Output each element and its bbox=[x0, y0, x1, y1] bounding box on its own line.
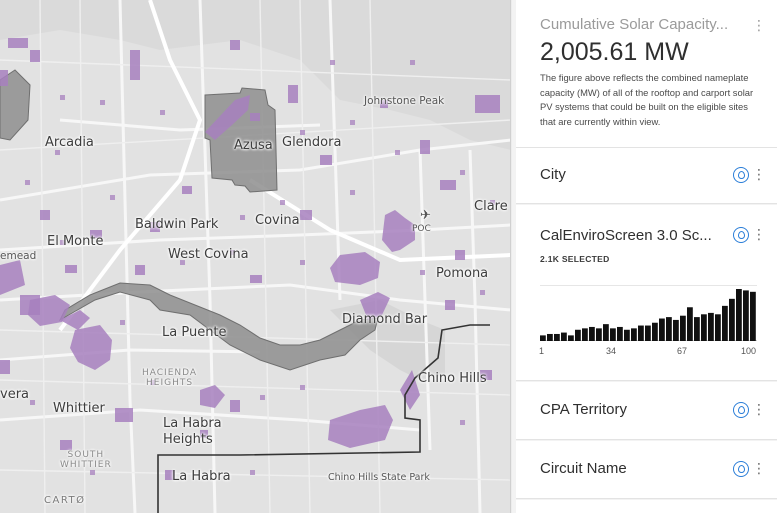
histogram-bar[interactable] bbox=[561, 332, 567, 341]
next-card bbox=[516, 500, 777, 513]
label-south-whittier: SOUTH WHITTIER bbox=[60, 450, 112, 470]
histogram-bar[interactable] bbox=[603, 324, 609, 341]
histogram-bar[interactable] bbox=[645, 325, 651, 341]
label-chino-hills: Chino Hills bbox=[418, 371, 487, 386]
histogram-bar[interactable] bbox=[701, 314, 707, 341]
histogram-bar[interactable] bbox=[582, 328, 588, 341]
label-la-puente: La Puente bbox=[162, 325, 227, 340]
label-la-habra: La Habra bbox=[172, 469, 231, 484]
solar-kebab-icon[interactable]: ⋮ bbox=[752, 18, 766, 34]
cpa-territory-card[interactable]: CPA Territory ⋮ bbox=[516, 382, 777, 440]
label-poc: POC bbox=[412, 224, 431, 234]
solar-capacity-description: The figure above reflects the combined n… bbox=[540, 72, 754, 127]
tick-label: 100 bbox=[741, 346, 757, 356]
histogram-bar[interactable] bbox=[666, 317, 672, 341]
histogram-bar[interactable] bbox=[673, 319, 679, 341]
label-vera: vera bbox=[0, 387, 30, 402]
histogram-bar[interactable] bbox=[659, 318, 665, 341]
label-pomona: Pomona bbox=[436, 266, 489, 281]
tick-label: 67 bbox=[677, 346, 688, 356]
histogram-bar[interactable] bbox=[743, 290, 749, 341]
selected-count: 2.1K SELECTED bbox=[540, 254, 610, 264]
app-root: Johnstone Peak Arcadia Glendora Azusa Ba… bbox=[0, 0, 777, 513]
label-covina: Covina bbox=[255, 213, 300, 228]
histogram-bar[interactable] bbox=[736, 289, 742, 341]
cpa-territory-title: CPA Territory bbox=[540, 401, 627, 418]
histogram-bar[interactable] bbox=[729, 298, 735, 341]
airport-icon: ✈ bbox=[420, 208, 431, 223]
circuit-kebab-icon[interactable]: ⋮ bbox=[752, 461, 766, 477]
histogram-bar[interactable] bbox=[568, 335, 574, 341]
label-diamond-bar: Diamond Bar bbox=[342, 312, 428, 327]
label-arcadia: Arcadia bbox=[45, 135, 94, 150]
map-canvas[interactable] bbox=[0, 0, 511, 513]
city-kebab-icon[interactable]: ⋮ bbox=[752, 167, 766, 183]
label-el-monte: El Monte bbox=[47, 234, 104, 249]
tick-label: 34 bbox=[606, 346, 617, 356]
label-hacienda-heights: HACIENDA HEIGHTS bbox=[142, 368, 198, 388]
histogram-bar[interactable] bbox=[589, 326, 595, 341]
histogram-bar[interactable] bbox=[575, 329, 581, 341]
label-johnstone-peak: Johnstone Peak bbox=[364, 95, 445, 107]
calenviroscreen-kebab-icon[interactable]: ⋮ bbox=[752, 227, 766, 243]
label-azusa: Azusa bbox=[234, 138, 273, 153]
histogram-bar[interactable] bbox=[610, 328, 616, 341]
tick-label: 1 bbox=[539, 346, 545, 356]
label-baldwin-park: Baldwin Park bbox=[135, 217, 219, 232]
histogram-bar[interactable] bbox=[708, 312, 714, 341]
histogram-bar[interactable] bbox=[652, 322, 658, 341]
solar-capacity-value: 2,005.61 MW bbox=[540, 38, 689, 66]
drop-icon[interactable] bbox=[733, 167, 749, 183]
city-card[interactable]: City ⋮ bbox=[516, 148, 777, 204]
solar-capacity-title: Cumulative Solar Capacity... bbox=[540, 16, 729, 33]
map-view[interactable]: Johnstone Peak Arcadia Glendora Azusa Ba… bbox=[0, 0, 511, 513]
histogram-bar[interactable] bbox=[750, 291, 756, 341]
histogram-bar[interactable] bbox=[554, 333, 560, 341]
label-chino-hills-state-park: Chino Hills State Park bbox=[328, 472, 430, 483]
city-title: City bbox=[540, 166, 566, 183]
solar-capacity-card: Cumulative Solar Capacity... ⋮ 2,005.61 … bbox=[516, 0, 777, 148]
histogram-bar[interactable] bbox=[540, 335, 546, 341]
histogram-bar[interactable] bbox=[694, 317, 700, 341]
carto-logo: CARTØ bbox=[44, 495, 86, 506]
histogram-bar[interactable] bbox=[638, 325, 644, 341]
circuit-name-title: Circuit Name bbox=[540, 460, 627, 477]
histogram-bar[interactable] bbox=[687, 307, 693, 341]
drop-icon[interactable] bbox=[733, 461, 749, 477]
histogram-bar[interactable] bbox=[680, 315, 686, 341]
calenviroscreen-title: CalEnviroScreen 3.0 Sc... bbox=[540, 227, 712, 244]
histogram-bar[interactable] bbox=[715, 314, 721, 341]
histogram-bar[interactable] bbox=[596, 328, 602, 341]
histogram-bar[interactable] bbox=[722, 305, 728, 341]
label-west-covina: West Covina bbox=[168, 247, 249, 262]
label-clare: Clare bbox=[474, 199, 508, 214]
label-emead: emead bbox=[0, 250, 37, 262]
cpa-kebab-icon[interactable]: ⋮ bbox=[752, 402, 766, 418]
histogram-bar[interactable] bbox=[631, 328, 637, 341]
histogram-bar[interactable] bbox=[617, 326, 623, 341]
histogram-bar[interactable] bbox=[547, 333, 553, 341]
label-la-habra-heights: La Habra Heights bbox=[163, 416, 222, 447]
circuit-name-card[interactable]: Circuit Name ⋮ bbox=[516, 441, 777, 499]
drop-icon[interactable] bbox=[733, 402, 749, 418]
histogram-bar[interactable] bbox=[624, 329, 630, 341]
label-whittier: Whittier bbox=[53, 401, 105, 416]
label-glendora: Glendora bbox=[282, 135, 342, 150]
histogram[interactable] bbox=[540, 285, 757, 341]
drop-icon[interactable] bbox=[733, 227, 749, 243]
